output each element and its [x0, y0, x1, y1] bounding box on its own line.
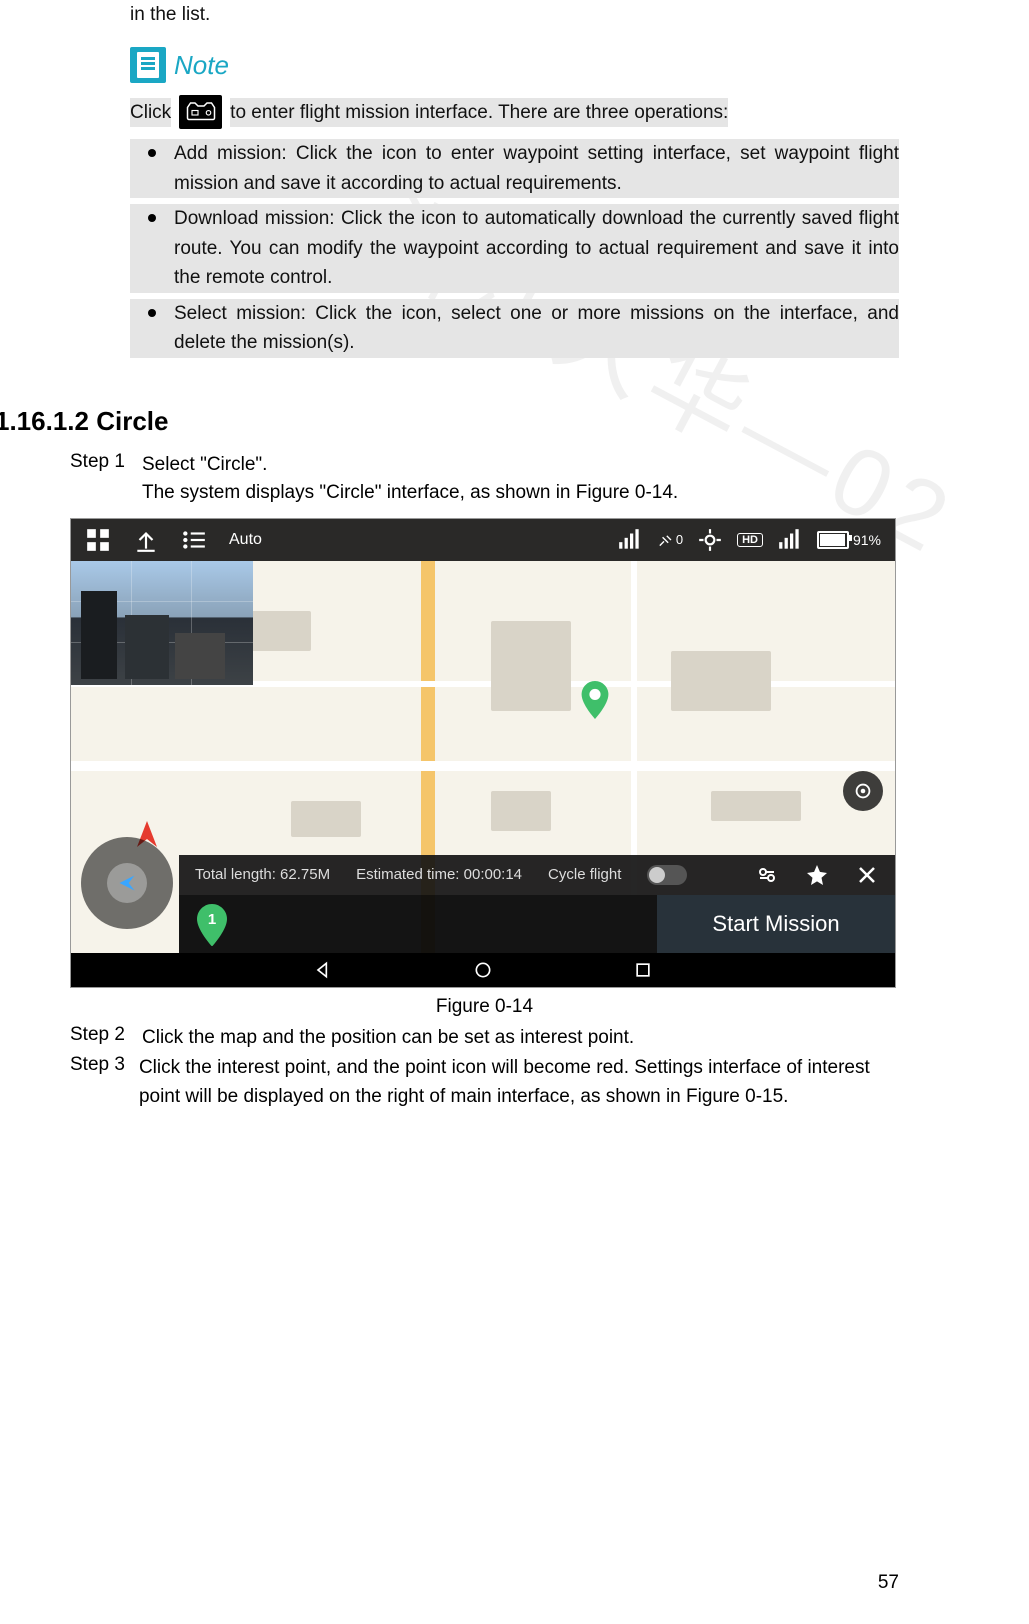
mission-stats-bar: Total length: 62.75M Estimated time: 00:…	[179, 855, 895, 895]
total-length: Total length: 62.75M	[195, 866, 330, 883]
recent-icon[interactable]	[633, 960, 653, 980]
operations-list: Add mission: Click the icon to enter way…	[130, 139, 899, 357]
camera-preview[interactable]	[71, 561, 253, 685]
top-status-bar: Auto 0 HD 91%	[71, 519, 895, 561]
android-navbar	[71, 953, 895, 987]
note-callout: Note	[130, 47, 899, 83]
satellite-icon: 0	[657, 527, 683, 553]
hd-badge: HD	[737, 533, 763, 547]
step-label: Step 2	[70, 1024, 128, 1053]
cycle-flight-toggle[interactable]	[647, 865, 687, 885]
waypoint-badge[interactable]: 1	[197, 904, 227, 944]
mode-label: Auto	[229, 531, 262, 549]
step-label: Step 1	[70, 451, 128, 508]
step-label: Step 3	[70, 1054, 125, 1111]
mission-bar: 1 Start Mission	[179, 895, 895, 953]
gimbal-icon[interactable]	[697, 527, 723, 553]
rc-signal-icon	[617, 527, 643, 553]
figure-wrapper: Auto 0 HD 91% Total length: 62.75M Estim…	[70, 518, 899, 1018]
step-row: Step 2 Click the map and the position ca…	[130, 1024, 899, 1053]
favorite-icon[interactable]	[805, 863, 829, 887]
step-body-line: Select "Circle".	[142, 451, 678, 480]
video-signal-icon	[777, 527, 803, 553]
takeoff-icon[interactable]	[133, 527, 159, 553]
step-row: Step 1 Select "Circle". The system displ…	[130, 451, 899, 508]
list-item: Add mission: Click the icon to enter way…	[130, 139, 899, 198]
battery-indicator: 91%	[817, 531, 881, 549]
page-number: 57	[878, 1572, 899, 1594]
svg-text:1: 1	[208, 911, 216, 928]
cycle-flight-label: Cycle flight	[548, 866, 621, 883]
back-icon[interactable]	[313, 960, 333, 980]
app-screenshot: Auto 0 HD 91% Total length: 62.75M Estim…	[70, 518, 896, 988]
interest-point-marker[interactable]	[581, 681, 609, 719]
step-body: Click the interest point, and the point …	[139, 1054, 899, 1111]
section-number: 1.16.1.2	[0, 406, 89, 436]
step-body: Click the map and the position can be se…	[142, 1024, 634, 1053]
battery-percent: 91%	[853, 532, 881, 548]
click-post: to enter flight mission interface. There…	[230, 98, 728, 127]
start-mission-button[interactable]: Start Mission	[657, 895, 895, 953]
close-icon[interactable]	[855, 863, 879, 887]
list-item: Select mission: Click the icon, select o…	[130, 299, 899, 358]
settings-icon[interactable]	[755, 863, 779, 887]
click-pre: Click	[130, 98, 171, 127]
prev-line: in the list.	[130, 0, 899, 29]
locate-button[interactable]	[843, 771, 883, 811]
estimated-time: Estimated time: 00:00:14	[356, 866, 522, 883]
note-icon	[130, 47, 166, 83]
virtual-joystick[interactable]	[81, 837, 173, 929]
step-row: Step 3 Click the interest point, and the…	[130, 1054, 899, 1111]
step-body-line: The system displays "Circle" interface, …	[142, 479, 678, 508]
remote-control-icon	[179, 95, 222, 129]
figure-caption: Figure 0-14	[70, 996, 899, 1018]
list-item: Download mission: Click the icon to auto…	[130, 204, 899, 292]
apps-icon[interactable]	[85, 527, 111, 553]
home-icon[interactable]	[473, 960, 493, 980]
section-heading: 1.16.1.2 Circle	[0, 406, 899, 437]
click-instruction: Click to enter flight mission interface.…	[130, 95, 899, 129]
section-title: Circle	[96, 406, 168, 436]
menu-icon[interactable]	[181, 527, 207, 553]
note-label: Note	[174, 50, 229, 81]
